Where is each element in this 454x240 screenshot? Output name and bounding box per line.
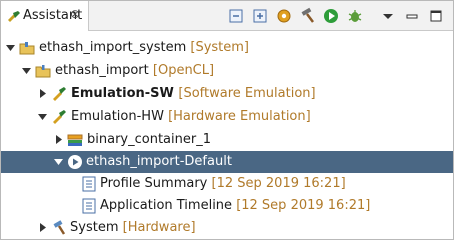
expand-all-icon[interactable] bbox=[251, 7, 269, 25]
tree-item-label: ethash_import_system bbox=[39, 40, 187, 55]
tree-item-decoration: [12 Sep 2019 16:21] bbox=[236, 198, 371, 213]
chevron-right-icon[interactable] bbox=[53, 134, 64, 145]
assistant-icon bbox=[8, 11, 20, 22]
system-project-icon bbox=[19, 42, 35, 55]
tree-item-label: Emulation-HW bbox=[71, 109, 164, 124]
tree-item-emulation-sw[interactable]: Emulation-SW [Software Emulation] bbox=[1, 83, 453, 105]
hammer-icon bbox=[53, 220, 66, 235]
chevron-down-icon[interactable] bbox=[53, 156, 64, 167]
settings-gear-icon[interactable] bbox=[275, 7, 293, 25]
report-icon bbox=[82, 198, 96, 214]
tree-item-ethash-import-system[interactable]: ethash_import_system [System] bbox=[1, 37, 453, 59]
tree-item-decoration: [12 Sep 2019 16:21] bbox=[211, 176, 346, 191]
minimize-icon[interactable] bbox=[403, 7, 421, 25]
tree-item-decoration: [OpenCL] bbox=[152, 63, 215, 78]
run-config-icon bbox=[68, 155, 82, 169]
chevron-down-icon[interactable] bbox=[37, 111, 48, 122]
tree-item-decoration: [Software Emulation] bbox=[178, 86, 316, 101]
debug-bug-icon[interactable] bbox=[346, 7, 364, 25]
build-hammer-icon[interactable] bbox=[299, 7, 317, 25]
tree-item-decoration: [System] bbox=[190, 40, 249, 55]
tree-item-ethash-import-default[interactable]: ethash_import-Default bbox=[1, 151, 453, 173]
tree-item-label: Emulation-SW bbox=[71, 86, 174, 101]
tree-item-application-timeline[interactable]: Application Timeline [12 Sep 2019 16:21] bbox=[1, 195, 453, 217]
collapse-all-icon[interactable] bbox=[227, 7, 245, 25]
run-icon[interactable] bbox=[322, 7, 340, 25]
tree-item-label: Application Timeline bbox=[100, 198, 233, 213]
chevron-down-icon[interactable] bbox=[21, 65, 32, 76]
tree-item-binary-container[interactable]: binary_container_1 bbox=[1, 129, 453, 151]
tree-item-decoration: [Hardware Emulation] bbox=[168, 109, 311, 124]
assistant-view: Assistant ⊗ ethash_import_system [System… bbox=[0, 0, 454, 240]
chevron-down-icon[interactable] bbox=[5, 42, 16, 53]
tab-assistant[interactable]: Assistant ⊗ bbox=[1, 1, 89, 31]
tree-item-label: System bbox=[70, 220, 119, 235]
binary-container-icon bbox=[67, 134, 83, 146]
tree-item-label: ethash_import-Default bbox=[86, 154, 232, 169]
build-config-icon bbox=[53, 87, 66, 101]
tree-item-emulation-hw[interactable]: Emulation-HW [Hardware Emulation] bbox=[1, 106, 453, 128]
view-tab-bar: Assistant ⊗ bbox=[1, 1, 453, 31]
tree-item-profile-summary[interactable]: Profile Summary [12 Sep 2019 16:21] bbox=[1, 173, 453, 195]
tree-item-label: binary_container_1 bbox=[87, 132, 211, 147]
tree-item-system[interactable]: System [Hardware] bbox=[1, 217, 453, 239]
tree-item-decoration: [Hardware] bbox=[122, 220, 196, 235]
report-icon bbox=[82, 176, 96, 192]
tree-item-label: ethash_import bbox=[55, 63, 149, 78]
build-config-icon bbox=[53, 110, 66, 124]
maximize-icon[interactable] bbox=[427, 7, 445, 25]
view-menu-icon[interactable] bbox=[379, 7, 397, 25]
tree-item-ethash-import[interactable]: ethash_import [OpenCL] bbox=[1, 60, 453, 82]
chevron-right-icon[interactable] bbox=[37, 88, 48, 99]
close-icon[interactable]: ⊗ bbox=[70, 7, 80, 21]
chevron-right-icon[interactable] bbox=[37, 222, 48, 233]
tree-item-label: Profile Summary bbox=[100, 176, 208, 191]
opencl-project-icon bbox=[35, 65, 51, 78]
